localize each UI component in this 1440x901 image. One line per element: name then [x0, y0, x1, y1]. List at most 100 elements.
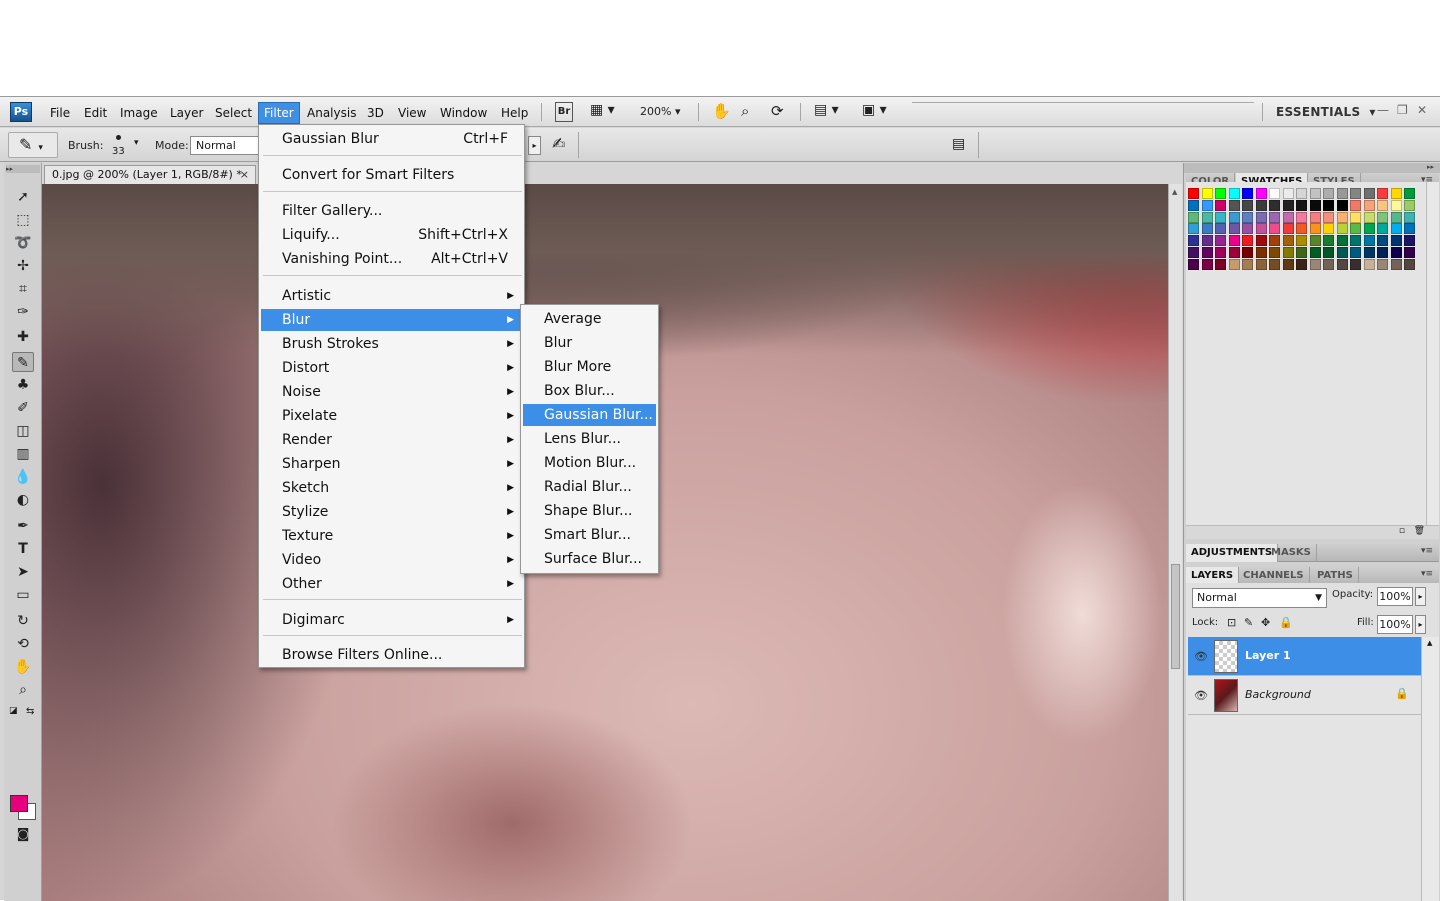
- color-swatch[interactable]: [1336, 247, 1348, 258]
- zoom-tool-icon[interactable]: ⌕: [12, 680, 34, 700]
- lock-position-icon[interactable]: ✥: [1261, 616, 1270, 629]
- color-swatch[interactable]: [1404, 211, 1415, 223]
- blur-item-blur[interactable]: Blur: [523, 332, 656, 354]
- color-swatch[interactable]: [1390, 199, 1402, 211]
- color-swatch[interactable]: [1228, 258, 1240, 270]
- color-swatch[interactable]: [1336, 223, 1348, 235]
- color-swatch[interactable]: [1255, 258, 1267, 270]
- tab-adjustments[interactable]: ADJUSTMENTS: [1186, 544, 1279, 562]
- color-swatch[interactable]: [1350, 258, 1361, 270]
- color-swatch[interactable]: [1201, 247, 1213, 258]
- tools-panel-collapse[interactable]: ▸▸: [6, 165, 40, 173]
- blur-item-lens-blur[interactable]: Lens Blur...: [523, 428, 656, 450]
- swap-colors-icon[interactable]: ⇆: [26, 706, 34, 717]
- color-swatch[interactable]: [1323, 235, 1334, 247]
- lock-pixels-icon[interactable]: ✎: [1244, 616, 1253, 629]
- color-swatch[interactable]: [1296, 188, 1307, 199]
- color-swatch[interactable]: [1377, 211, 1388, 223]
- brush-tool-icon[interactable]: ✎: [12, 352, 34, 372]
- close-icon[interactable]: ✕: [1417, 103, 1427, 117]
- document-tab[interactable]: 0.jpg @ 200% (Layer 1, RGB/8#) * ×: [44, 165, 256, 184]
- blur-item-surface-blur[interactable]: Surface Blur...: [523, 548, 656, 570]
- color-swatch[interactable]: [1255, 188, 1267, 199]
- color-swatch[interactable]: [1323, 258, 1334, 270]
- menu-item-filter-gallery[interactable]: Filter Gallery...: [261, 200, 522, 222]
- new-swatch-icon[interactable]: ▫: [1399, 526, 1405, 536]
- color-swatch[interactable]: [1228, 188, 1240, 199]
- scroll-up-icon[interactable]: ▲: [1427, 639, 1432, 647]
- color-swatch[interactable]: [1215, 199, 1226, 211]
- minimize-icon[interactable]: —: [1377, 103, 1389, 117]
- menu-view[interactable]: View: [393, 103, 431, 123]
- restore-icon[interactable]: ❐: [1397, 103, 1408, 117]
- color-swatch[interactable]: [1215, 258, 1226, 270]
- menu-item-noise[interactable]: Noise ▶: [261, 381, 522, 403]
- color-swatch[interactable]: [1309, 188, 1321, 199]
- menu-item-sketch[interactable]: Sketch ▶: [261, 477, 522, 499]
- color-swatch[interactable]: [1188, 247, 1199, 258]
- color-swatch[interactable]: [1201, 235, 1213, 247]
- gradient-tool-icon[interactable]: ▥: [12, 444, 34, 464]
- menu-filter[interactable]: Filter: [258, 102, 300, 124]
- layer-row-background[interactable]: 👁 Background 🔒: [1188, 676, 1421, 715]
- menu-item-digimarc[interactable]: Digimarc ▶: [261, 609, 522, 631]
- color-swatch[interactable]: [1309, 211, 1321, 223]
- menu-item-last-filter[interactable]: Gaussian Blur Ctrl+F: [261, 128, 522, 150]
- menu-file[interactable]: File: [45, 103, 75, 123]
- menu-item-browse-filters-online[interactable]: Browse Filters Online...: [261, 644, 522, 666]
- menu-item-other[interactable]: Other ▶: [261, 573, 522, 595]
- color-swatch[interactable]: [1242, 223, 1253, 235]
- color-swatch[interactable]: [1188, 211, 1199, 223]
- hand-tool-icon[interactable]: ✋: [712, 102, 731, 122]
- color-swatch[interactable]: [1296, 211, 1307, 223]
- color-swatch[interactable]: [1215, 188, 1226, 199]
- color-swatch[interactable]: [1228, 211, 1240, 223]
- 3d-orbit-tool-icon[interactable]: ⟲: [12, 634, 34, 654]
- menu-item-distort[interactable]: Distort ▶: [261, 357, 522, 379]
- color-swatch[interactable]: [1390, 223, 1402, 235]
- color-swatch[interactable]: [1242, 199, 1253, 211]
- screen-mode-icon[interactable]: ▣ ▾: [862, 102, 887, 122]
- quick-selection-tool-icon[interactable]: ✢: [12, 256, 34, 276]
- scrollbar-thumb[interactable]: [1171, 564, 1180, 669]
- brush-picker[interactable]: 33 ▾: [108, 131, 148, 159]
- color-swatch[interactable]: [1188, 258, 1199, 270]
- visibility-eye-icon[interactable]: 👁: [1194, 689, 1208, 702]
- color-swatch[interactable]: [1255, 199, 1267, 211]
- airbrush-icon[interactable]: ✍: [552, 134, 565, 153]
- blur-item-smart-blur[interactable]: Smart Blur...: [523, 524, 656, 546]
- menu-edit[interactable]: Edit: [79, 103, 112, 123]
- color-swatch[interactable]: [1350, 199, 1361, 211]
- layers-scrollbar[interactable]: ▲: [1421, 637, 1439, 901]
- visibility-eye-icon[interactable]: 👁: [1194, 650, 1208, 663]
- color-swatch[interactable]: [1296, 247, 1307, 258]
- color-swatch[interactable]: [1336, 199, 1348, 211]
- menu-3d[interactable]: 3D: [362, 103, 389, 123]
- color-swatch[interactable]: [1282, 235, 1294, 247]
- color-swatch[interactable]: [1363, 223, 1375, 235]
- zoom-tool-icon[interactable]: ⌕: [741, 102, 749, 122]
- blur-item-radial-blur[interactable]: Radial Blur...: [523, 476, 656, 498]
- color-swatch[interactable]: [1323, 188, 1334, 199]
- 3d-rotate-tool-icon[interactable]: ↻: [12, 611, 34, 631]
- color-swatch[interactable]: [1255, 235, 1267, 247]
- arrange-documents-icon[interactable]: ▤ ▾: [814, 102, 839, 122]
- move-tool-icon[interactable]: ➚: [12, 187, 34, 207]
- menu-layer[interactable]: Layer: [165, 103, 208, 123]
- color-swatch[interactable]: [1228, 199, 1240, 211]
- color-swatch[interactable]: [1242, 188, 1253, 199]
- menu-item-convert-smart-filters[interactable]: Convert for Smart Filters: [261, 164, 522, 186]
- eraser-tool-icon[interactable]: ◫: [12, 421, 34, 441]
- color-swatch[interactable]: [1377, 247, 1388, 258]
- color-swatch[interactable]: [1390, 235, 1402, 247]
- color-swatch[interactable]: [1296, 199, 1307, 211]
- color-swatch[interactable]: [1242, 235, 1253, 247]
- color-swatch[interactable]: [1269, 199, 1280, 211]
- color-swatch[interactable]: [1404, 199, 1415, 211]
- menu-item-pixelate[interactable]: Pixelate ▶: [261, 405, 522, 427]
- color-swatch[interactable]: [1269, 258, 1280, 270]
- color-swatch[interactable]: [1363, 247, 1375, 258]
- opacity-field[interactable]: 100%: [1377, 587, 1413, 606]
- color-swatch[interactable]: [1309, 199, 1321, 211]
- blend-mode-select[interactable]: Normal ▼: [1192, 588, 1327, 608]
